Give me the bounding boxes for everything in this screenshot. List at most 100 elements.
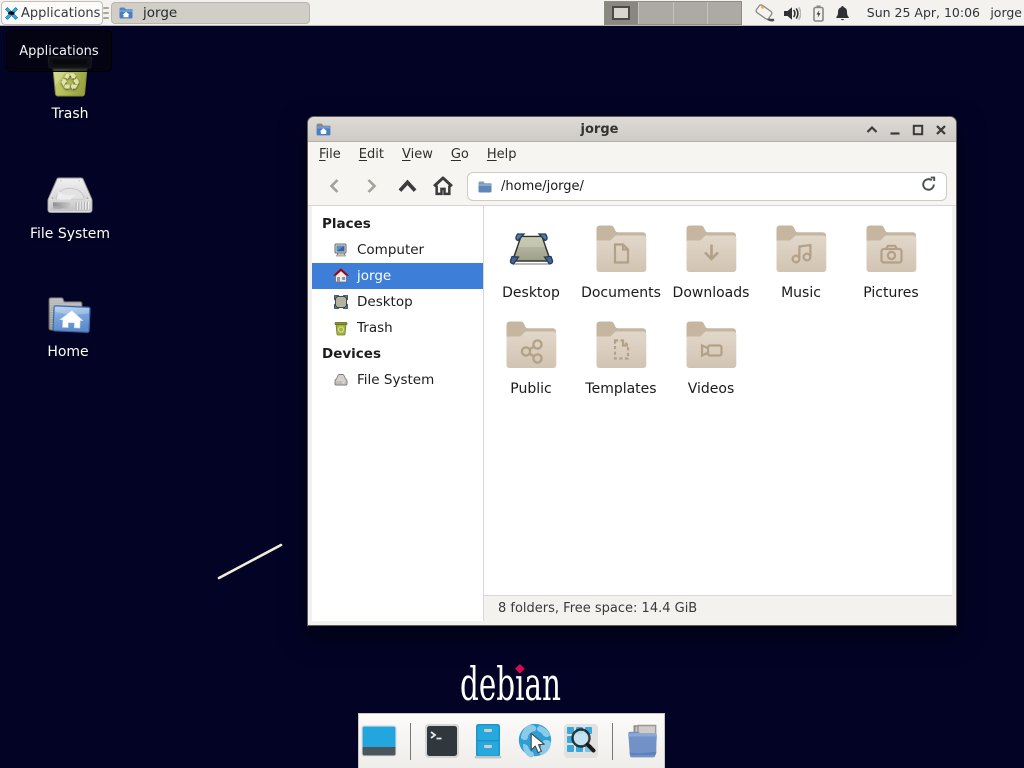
sidebar-item-label: Trash [357,320,393,336]
maximize-button[interactable] [907,117,929,142]
file-label: Music [781,285,821,301]
menu-edit[interactable]: Edit [350,145,393,164]
trash-mini-icon [333,320,349,336]
workspace-1[interactable] [605,2,639,24]
file-pictures[interactable]: Pictures [846,224,936,320]
shade-button[interactable] [861,117,883,142]
location-path-text[interactable]: /home/jorge/ [501,179,584,194]
file-public[interactable]: Public [486,320,576,416]
workspace-3[interactable] [674,2,708,24]
task-window-icon [118,5,134,21]
sidebar-item-filesystem[interactable]: File System [312,367,483,393]
notifications-tray-icon[interactable] [833,4,851,22]
window-title: jorge [338,122,861,137]
menu-go[interactable]: Go [442,145,478,164]
window-icon [315,121,332,142]
close-button[interactable] [930,117,952,142]
tooltip-text: Applications [19,44,98,59]
forward-button[interactable] [353,170,389,202]
desktop-icon-label: Home [16,344,120,360]
sidebar-header-devices: Devices [312,341,483,367]
file-label: Downloads [673,285,750,301]
battery-tray-icon[interactable] [809,4,827,22]
dock-separator [410,723,412,760]
app-finder-launcher[interactable] [561,721,601,761]
window-body: Places Computer [312,206,952,621]
handle-dot [103,12,109,14]
sidebar-item-label: jorge [357,268,391,284]
sidebar-item-desktop[interactable]: Desktop [312,289,483,315]
window-toolbar: /home/jorge/ [308,167,956,206]
computer-icon [333,242,349,258]
taskbar-window-label: jorge [143,5,177,21]
desktop-file-icon [505,224,558,277]
templates-folder-icon [595,320,648,373]
file-manager-launcher[interactable] [468,721,508,761]
xfce-logo-icon [4,6,19,21]
sidebar-item-jorge[interactable]: jorge [312,263,483,289]
file-view: Desktop Documents [484,206,952,595]
desktop-icon-home[interactable]: Home [16,287,120,360]
debian-logo: debian [460,660,580,708]
power-plug-tray-icon[interactable] [754,4,772,22]
home-folder-icon [44,287,92,335]
desktop-icon-filesystem[interactable]: File System [18,170,122,242]
panel-separator-handle [103,7,109,19]
workspace-4[interactable] [708,2,741,24]
menu-help[interactable]: Help [478,145,526,164]
sidebar-header-places: Places [312,211,483,237]
sidebar-item-computer[interactable]: Computer [312,237,483,263]
file-label: Desktop [502,285,560,301]
sidebar-item-trash[interactable]: Trash [312,315,483,341]
file-label: Documents [581,285,661,301]
sidebar-item-label: File System [357,372,434,388]
taskbar-window-button[interactable]: jorge [111,2,310,24]
applications-menu-button[interactable]: Applications [1,1,103,25]
reload-icon[interactable] [920,176,937,197]
svg-text:♻: ♻ [59,68,81,96]
menu-file[interactable]: File [310,145,350,164]
up-button[interactable] [389,170,425,202]
location-bar[interactable]: /home/jorge/ [467,172,947,201]
desktop-icon-label: Trash [18,106,122,122]
home-button[interactable] [425,170,461,202]
window-statusbar: 8 folders, Free space: 14.4 GiB [484,595,952,621]
file-label: Templates [585,381,656,397]
location-folder-icon [477,179,493,195]
scribble-line [210,535,300,590]
web-browser-launcher[interactable] [515,721,555,761]
file-templates[interactable]: Templates [576,320,666,416]
file-desktop[interactable]: Desktop [486,224,576,320]
back-button[interactable] [317,170,353,202]
harddisk-icon [46,170,94,218]
window-titlebar[interactable]: jorge [308,117,956,142]
file-label: Public [510,381,551,397]
workspace-switcher[interactable] [604,1,742,25]
file-documents[interactable]: Documents [576,224,666,320]
workspace-2[interactable] [639,2,673,24]
window-sidebar: Places Computer [312,206,484,621]
file-label: Pictures [863,285,918,301]
minimize-button[interactable] [884,117,906,142]
file-videos[interactable]: Videos [666,320,756,416]
show-desktop-button[interactable] [359,721,399,761]
desktop-mini-icon [333,294,349,310]
sidebar-item-label: Desktop [357,294,413,310]
file-label: Videos [688,381,735,397]
window-menubar: File Edit View Go Help [308,142,956,167]
volume-tray-icon[interactable] [782,4,800,22]
dock-separator [612,723,614,760]
file-view-column: Desktop Documents [484,206,952,621]
drive-mini-icon [333,372,349,388]
file-music[interactable]: Music [756,224,846,320]
directory-menu-launcher[interactable] [624,721,664,761]
panel-username[interactable]: jorge [990,0,1022,26]
file-downloads[interactable]: Downloads [666,224,756,320]
desktop-icon-label: File System [18,226,122,242]
pictures-folder-icon [865,224,918,277]
terminal-launcher[interactable] [422,721,462,761]
bottom-dock [358,713,665,768]
panel-clock[interactable]: Sun 25 Apr, 10:06 [867,0,980,26]
applications-menu-label: Applications [21,6,100,21]
menu-view[interactable]: View [393,145,442,164]
